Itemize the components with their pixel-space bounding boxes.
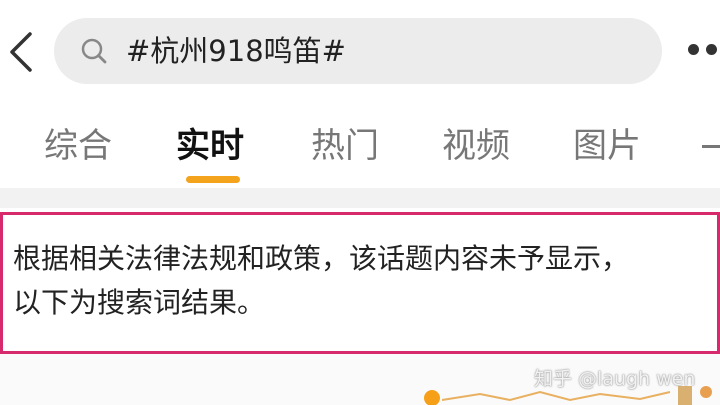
- chevron-left-icon: [10, 32, 32, 72]
- watermark: 知乎 @laugh wen: [534, 368, 696, 390]
- search-icon: [81, 38, 107, 64]
- tab-hot[interactable]: 热门: [311, 124, 379, 168]
- search-bar[interactable]: #杭州918鸣笛#: [54, 18, 662, 84]
- tab-comprehensive[interactable]: 综合: [44, 124, 112, 168]
- more-tabs-icon[interactable]: [702, 145, 720, 148]
- notice-line-1: 根据相关法律法规和政策，该话题内容未予显示，: [13, 242, 630, 275]
- censorship-notice: 根据相关法律法规和政策，该话题内容未予显示， 以下为搜索词结果。: [0, 212, 720, 354]
- notice-text: 根据相关法律法规和政策，该话题内容未予显示， 以下为搜索词结果。: [13, 237, 713, 325]
- top-bar: #杭州918鸣笛#: [0, 0, 720, 100]
- search-input[interactable]: #杭州918鸣笛#: [126, 30, 346, 72]
- tab-images[interactable]: 图片: [573, 124, 641, 168]
- tab-realtime[interactable]: 实时: [176, 124, 244, 168]
- more-dot-icon: [706, 44, 717, 55]
- section-divider: [0, 188, 720, 208]
- notice-line-2: 以下为搜索词结果。: [13, 286, 266, 319]
- more-dot-icon: [688, 44, 699, 55]
- back-button[interactable]: [4, 28, 40, 76]
- more-options-button[interactable]: [684, 44, 720, 60]
- tab-bar: 综合 实时 热门 视频 图片: [0, 100, 720, 188]
- tab-video[interactable]: 视频: [442, 124, 510, 168]
- active-tab-indicator: [186, 176, 240, 183]
